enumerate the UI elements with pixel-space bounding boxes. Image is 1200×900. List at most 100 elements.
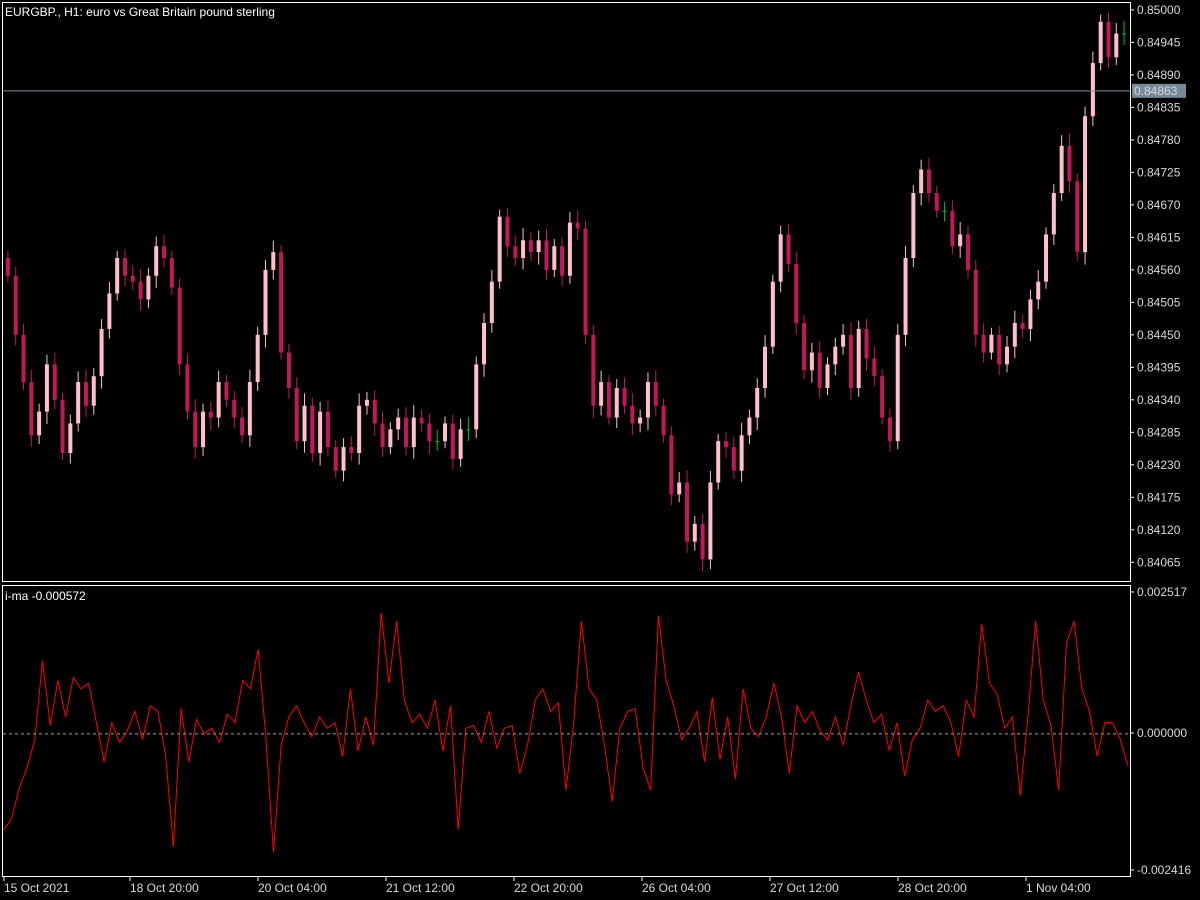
- candle-body: [130, 275, 135, 282]
- candle-body: [115, 258, 120, 294]
- candle-body: [802, 323, 807, 371]
- candle-body: [833, 346, 838, 365]
- candle-body: [614, 388, 619, 418]
- candle-body: [1067, 145, 1072, 182]
- candle-body: [76, 382, 81, 424]
- candle-body: [1075, 181, 1080, 253]
- candle-body: [1044, 234, 1049, 282]
- candle-body: [240, 417, 245, 436]
- current-price-label: 0.84863: [1134, 84, 1178, 98]
- indicator-title: i-ma -0.000572: [5, 589, 86, 603]
- time-axis-label: 15 Oct 2021: [4, 881, 70, 895]
- candle-body: [513, 246, 518, 259]
- candle-body: [692, 523, 697, 542]
- candle-body: [544, 240, 549, 270]
- candle-body: [536, 240, 541, 253]
- candle-body: [887, 417, 892, 442]
- candle-body: [474, 364, 479, 430]
- candle-body: [5, 258, 10, 276]
- candle-body: [864, 328, 869, 359]
- price-axis-label: 0.84560: [1137, 263, 1181, 277]
- candle-body: [450, 423, 455, 459]
- time-axis-label: 20 Oct 04:00: [258, 881, 327, 895]
- candle-body: [786, 234, 791, 264]
- price-axis-label: 0.84175: [1137, 490, 1181, 504]
- candle-body: [286, 352, 291, 388]
- candle-body: [68, 423, 73, 453]
- candle-body: [294, 388, 299, 442]
- candle-body: [1098, 21, 1103, 64]
- candle-body: [224, 382, 229, 400]
- candle-body: [950, 210, 955, 247]
- candle-body: [1083, 116, 1088, 253]
- candle-body: [739, 435, 744, 471]
- candle-body: [724, 441, 729, 448]
- candle-body: [193, 411, 198, 448]
- candle-body: [13, 275, 18, 335]
- candle-body: [482, 323, 487, 365]
- candle-body: [396, 417, 401, 430]
- price-axis-label: 0.84285: [1137, 425, 1181, 439]
- time-axis[interactable]: 15 Oct 2021 18 Oct 20:00 20 Oct 04:00 21 Oc…: [3, 877, 1091, 895]
- candle-body: [91, 376, 96, 406]
- candle-body: [528, 240, 533, 253]
- candle-body: [169, 258, 174, 288]
- candle-body: [669, 435, 674, 495]
- indicator-layer: [3, 612, 1129, 853]
- candle-body: [247, 382, 252, 436]
- candle-body: [817, 352, 822, 388]
- candle-body: [880, 376, 885, 418]
- candle-body: [372, 399, 377, 424]
- candle-body: [973, 269, 978, 335]
- candle-body: [755, 388, 760, 418]
- candle-body: [521, 240, 526, 259]
- symbol-title: EURGBP., H1: euro vs Great Britain pound…: [5, 5, 275, 19]
- candle-body: [700, 523, 705, 560]
- candle-body: [505, 216, 510, 247]
- candle-body: [177, 287, 182, 365]
- candle-body: [1059, 145, 1064, 194]
- candle-body: [848, 334, 853, 388]
- candle-body: [310, 405, 315, 453]
- candle-body: [232, 399, 237, 418]
- indicator-pane-border: [2, 585, 1131, 877]
- candle-body: [997, 334, 1002, 365]
- time-axis-label: 18 Oct 20:00: [130, 881, 199, 895]
- candle-body: [208, 411, 213, 418]
- candle-body: [1114, 33, 1119, 58]
- chart-canvas[interactable]: 0.85000 0.84945 0.84890 0.84835 0.84780 0.847…: [0, 0, 1200, 900]
- candle-body: [911, 193, 916, 259]
- candle-body: [318, 411, 323, 453]
- candle-body: [981, 334, 986, 353]
- candle-body: [895, 334, 900, 442]
- candle-body: [606, 382, 611, 418]
- price-axis-label: 0.84340: [1137, 393, 1181, 407]
- time-axis-label: 26 Oct 04:00: [642, 881, 711, 895]
- candle-body: [146, 275, 151, 300]
- candle-body: [903, 258, 908, 335]
- candle-body: [942, 210, 947, 212]
- candle-body: [552, 246, 557, 270]
- price-axis-label: 0.84450: [1137, 328, 1181, 342]
- price-axis-label: 0.84890: [1137, 68, 1181, 82]
- candle-body: [645, 382, 650, 418]
- candle-body: [279, 252, 284, 353]
- candle-body: [162, 246, 167, 259]
- candle-body: [926, 169, 931, 194]
- candle-body: [122, 258, 127, 276]
- price-axis-label: 0.84120: [1137, 523, 1181, 537]
- candle-body: [435, 441, 440, 443]
- candle-body: [770, 281, 775, 347]
- candle-body: [684, 482, 689, 542]
- candle-body: [411, 417, 416, 448]
- price-axis-label: 0.84065: [1137, 555, 1181, 569]
- candle-body: [778, 234, 783, 282]
- candle-body: [622, 388, 627, 406]
- candle-body: [1020, 323, 1025, 329]
- candle-body: [271, 252, 276, 270]
- candle-body: [1051, 193, 1056, 235]
- candle-body: [856, 328, 861, 388]
- price-axis-label: 0.84670: [1137, 198, 1181, 212]
- candle-body: [44, 364, 49, 412]
- candle-body: [1106, 21, 1111, 58]
